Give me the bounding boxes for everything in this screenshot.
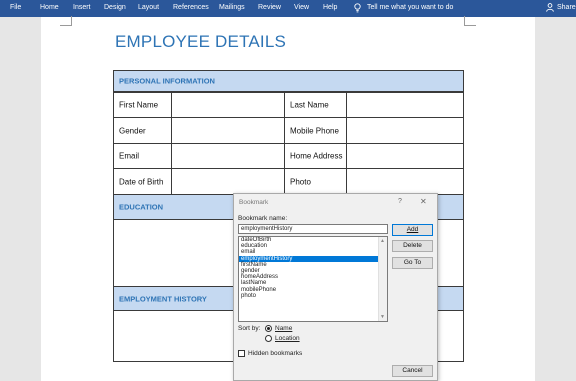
help-icon[interactable]: ?	[398, 198, 402, 205]
dialog-title: Bookmark	[239, 199, 269, 206]
go-to-button[interactable]: Go To	[392, 257, 433, 269]
sort-location-label: Location	[275, 335, 300, 342]
field-label: Photo	[284, 168, 347, 195]
tab-home[interactable]: Home	[40, 4, 59, 11]
tab-help[interactable]: Help	[323, 4, 337, 11]
share-button[interactable]: Share	[557, 4, 576, 11]
cancel-button[interactable]: Cancel	[392, 365, 433, 377]
field-value-cell[interactable]	[346, 168, 464, 195]
scroll-up-arrow-icon[interactable]: ▲	[380, 238, 385, 244]
field-label: Email	[113, 143, 172, 169]
scroll-down-arrow-icon[interactable]: ▼	[380, 314, 385, 320]
field-value-cell[interactable]	[346, 92, 464, 118]
margin-corner-marker	[60, 16, 72, 26]
tab-review[interactable]: Review	[258, 4, 281, 11]
tab-mailings[interactable]: Mailings	[219, 4, 245, 11]
share-person-icon[interactable]	[546, 3, 554, 12]
list-scrollbar[interactable]: ▲ ▼	[378, 237, 387, 321]
tab-file[interactable]: File	[10, 4, 21, 11]
field-label: Gender	[113, 117, 172, 144]
field-label: Last Name	[284, 92, 347, 118]
document-title: EMPLOYEE DETAILS	[115, 32, 287, 51]
tab-view[interactable]: View	[294, 4, 309, 11]
field-value-cell[interactable]	[171, 92, 285, 118]
section-label: PERSONAL INFORMATION	[119, 76, 215, 86]
field-value-cell[interactable]	[171, 143, 285, 169]
tab-design[interactable]: Design	[104, 4, 126, 11]
tell-me-search[interactable]: Tell me what you want to do	[367, 4, 453, 11]
tab-references[interactable]: References	[173, 4, 209, 11]
field-label: Mobile Phone	[284, 117, 347, 144]
close-icon[interactable]: ✕	[420, 197, 427, 206]
bookmark-list[interactable]: dateOfBirth education email employmentHisto…	[238, 236, 388, 322]
field-value-cell[interactable]	[171, 168, 285, 195]
lightbulb-icon[interactable]	[354, 3, 361, 13]
bookmark-name-input[interactable]: employmentHistory	[238, 224, 388, 234]
bookmark-dialog: Bookmark ? ✕ Bookmark name: employmentHi…	[233, 193, 438, 381]
hidden-bookmarks-label: Hidden bookmarks	[248, 350, 303, 357]
field-label: First Name	[113, 92, 172, 118]
bookmark-name-label: Bookmark name:	[238, 215, 288, 222]
add-button[interactable]: Add	[392, 224, 433, 236]
field-value-cell[interactable]	[346, 143, 464, 169]
field-value-cell[interactable]	[171, 117, 285, 144]
section-label: EDUCATION	[119, 202, 164, 212]
sort-by-label: Sort by:	[238, 325, 261, 332]
sort-name-label: Name	[275, 325, 293, 332]
delete-button[interactable]: Delete	[392, 240, 433, 252]
ribbon: File Home Insert Design Layout Reference…	[0, 0, 576, 17]
field-label: Home Address	[284, 143, 347, 169]
sort-location-radio[interactable]	[265, 335, 272, 342]
margin-corner-marker	[464, 16, 476, 26]
tab-layout[interactable]: Layout	[138, 4, 159, 11]
bookmark-list-item[interactable]: photo	[239, 293, 378, 299]
field-label: Date of Birth	[113, 168, 172, 195]
personal-info-header: PERSONAL INFORMATION	[113, 70, 464, 92]
tab-insert[interactable]: Insert	[73, 4, 91, 11]
hidden-bookmarks-checkbox[interactable]	[238, 350, 245, 357]
sort-name-radio[interactable]	[265, 325, 272, 332]
section-label: EMPLOYMENT HISTORY	[119, 294, 207, 303]
field-value-cell[interactable]	[346, 117, 464, 144]
